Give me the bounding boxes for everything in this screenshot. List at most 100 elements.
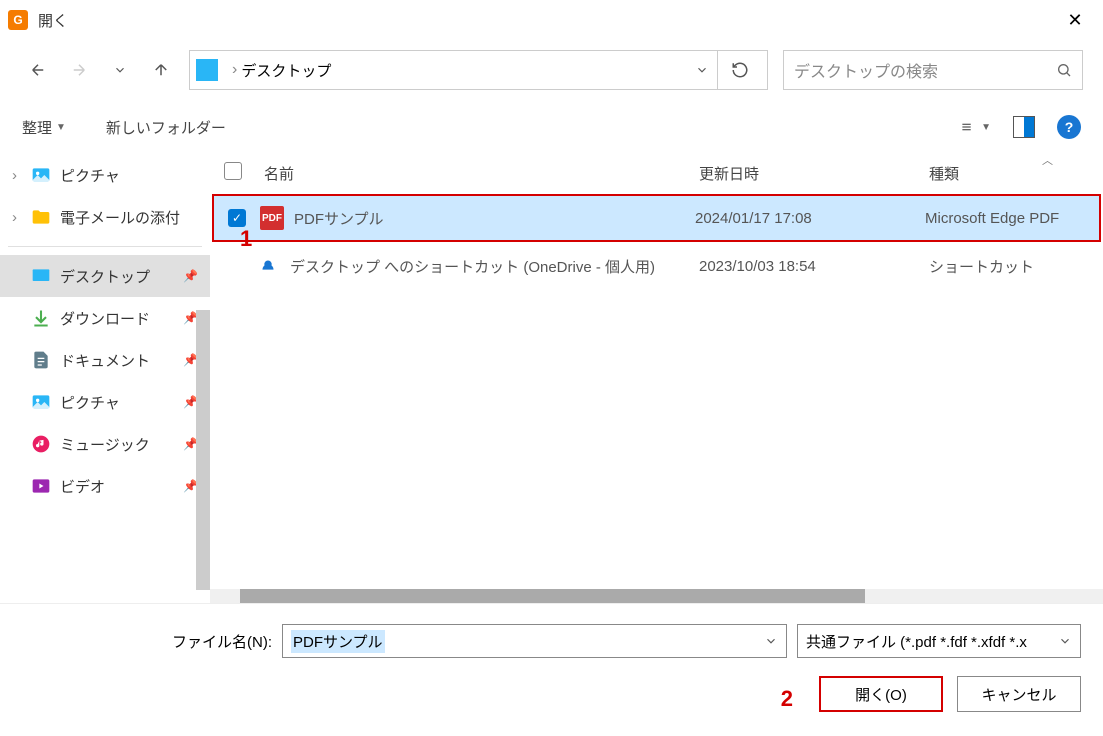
tree-item-documents[interactable]: ドキュメント 📌	[0, 339, 210, 381]
chevron-down-icon[interactable]	[1058, 634, 1072, 648]
filename-input[interactable]: PDFサンプル	[282, 624, 787, 658]
sort-indicator-icon: ︿	[1042, 152, 1053, 168]
cancel-button-label: キャンセル	[981, 684, 1056, 705]
scrollbar-thumb[interactable]	[240, 589, 865, 603]
chevron-down-icon	[113, 63, 127, 77]
button-row: 開く(O) キャンセル	[22, 676, 1081, 712]
breadcrumb-dropdown[interactable]	[687, 63, 717, 77]
chevron-down-icon[interactable]	[764, 634, 778, 648]
tree-item-pictures[interactable]: ピクチャ 📌	[0, 381, 210, 423]
pictures-icon	[30, 391, 52, 413]
bottom-area: ファイル名(N): PDFサンプル 共通ファイル (*.pdf *.fdf *.…	[0, 604, 1103, 722]
view-menu[interactable]: ▼	[961, 112, 991, 142]
tree-label: ビデオ	[60, 476, 105, 497]
checkbox-checked-icon: ✓	[228, 209, 246, 227]
video-icon	[30, 475, 52, 497]
app-icon: G	[8, 10, 28, 30]
desktop-icon	[30, 265, 52, 287]
column-date-header[interactable]: 更新日時	[699, 163, 929, 184]
filetype-select[interactable]: 共通ファイル (*.pdf *.fdf *.xfdf *.x	[797, 624, 1081, 658]
dropdown-icon: ▼	[981, 122, 991, 133]
navbar: › デスクトップ デスクトップの検索	[0, 40, 1103, 100]
filetype-value: 共通ファイル (*.pdf *.fdf *.xfdf *.x	[806, 631, 1027, 652]
tree-label: デスクトップ	[60, 266, 150, 287]
chevron-right-icon: ›	[12, 209, 30, 226]
filename-row: ファイル名(N): PDFサンプル 共通ファイル (*.pdf *.fdf *.…	[22, 624, 1081, 658]
breadcrumb-location[interactable]: デスクトップ	[241, 60, 331, 81]
arrow-right-icon	[70, 61, 88, 79]
pdf-file-icon: PDF	[260, 206, 284, 230]
up-button[interactable]	[143, 52, 179, 88]
file-row-selected[interactable]: ✓ PDF PDFサンプル 2024/01/17 17:08 Microsoft…	[212, 194, 1101, 242]
tree-item-music[interactable]: ミュージック 📌	[0, 423, 210, 465]
search-placeholder: デスクトップの検索	[794, 58, 938, 82]
annotation-1: 1	[240, 226, 252, 252]
tree-label: ピクチャ	[60, 165, 120, 186]
cancel-button[interactable]: キャンセル	[957, 676, 1081, 712]
pin-icon: 📌	[183, 269, 198, 283]
help-button[interactable]: ?	[1057, 115, 1081, 139]
search-icon	[1056, 62, 1072, 78]
chevron-right-icon: ›	[12, 167, 30, 184]
close-button[interactable]: ✕	[1055, 0, 1095, 40]
file-row[interactable]: デスクトップ へのショートカット (OneDrive - 個人用) 2023/1…	[210, 244, 1103, 288]
tree-item-video[interactable]: ビデオ 📌	[0, 465, 210, 507]
column-type-header[interactable]: 種類	[929, 163, 1089, 184]
chevron-down-icon	[695, 63, 709, 77]
open-button-label: 開く(O)	[855, 684, 907, 705]
file-header: 名前 更新日時 種類 ︿	[210, 154, 1103, 192]
preview-icon	[1013, 116, 1035, 138]
arrow-up-icon	[152, 61, 170, 79]
desktop-icon	[196, 59, 218, 81]
document-icon	[30, 349, 52, 371]
back-button[interactable]	[20, 52, 56, 88]
refresh-button[interactable]	[717, 50, 761, 90]
close-icon: ✕	[1067, 10, 1082, 31]
file-type: ショートカット	[929, 256, 1089, 277]
scrollbar-vertical[interactable]	[196, 310, 210, 590]
new-folder-button[interactable]: 新しいフォルダー	[106, 117, 226, 138]
dropdown-icon: ▼	[56, 122, 66, 133]
file-name: PDFサンプル	[294, 208, 695, 229]
folder-icon	[30, 206, 52, 228]
tree-label: ドキュメント	[60, 350, 150, 371]
file-date: 2023/10/03 18:54	[699, 258, 929, 275]
file-date: 2024/01/17 17:08	[695, 210, 925, 227]
file-name: デスクトップ へのショートカット (OneDrive - 個人用)	[290, 256, 699, 277]
scrollbar-horizontal[interactable]	[210, 589, 1103, 603]
breadcrumb-bar[interactable]: › デスクトップ	[189, 50, 768, 90]
shortcut-icon	[256, 254, 280, 278]
column-check[interactable]	[224, 162, 264, 184]
checkbox-header[interactable]	[224, 162, 242, 180]
main-area: › ピクチャ › 電子メールの添付 デスクトップ 📌 ダウンロード	[0, 154, 1103, 604]
tree-label: ミュージック	[60, 434, 150, 455]
file-checkbox-wrap[interactable]: ✓	[228, 209, 260, 227]
toolbar: 整理 ▼ 新しいフォルダー ▼ ?	[0, 100, 1103, 154]
tree-label: 電子メールの添付	[60, 207, 180, 228]
refresh-icon	[731, 61, 749, 79]
titlebar: G 開く ✕	[0, 0, 1103, 40]
filename-label: ファイル名(N):	[172, 631, 272, 652]
open-button[interactable]: 開く(O)	[819, 676, 943, 712]
column-name-header[interactable]: 名前	[264, 163, 699, 184]
new-folder-label: 新しいフォルダー	[106, 117, 226, 138]
tree-item-desktop[interactable]: デスクトップ 📌	[0, 255, 210, 297]
search-input[interactable]: デスクトップの検索	[783, 50, 1083, 90]
breadcrumb-separator: ›	[232, 61, 237, 79]
tree-item-pictures-top[interactable]: › ピクチャ	[0, 154, 210, 196]
organize-menu[interactable]: 整理 ▼	[22, 117, 66, 138]
tree-label: ピクチャ	[60, 392, 120, 413]
pictures-icon	[30, 164, 52, 186]
file-type: Microsoft Edge PDF	[925, 210, 1085, 227]
divider	[8, 246, 202, 247]
preview-pane-button[interactable]	[1009, 112, 1039, 142]
tree-item-downloads[interactable]: ダウンロード 📌	[0, 297, 210, 339]
recent-button[interactable]	[102, 52, 138, 88]
file-list: 名前 更新日時 種類 ︿ ✓ PDF PDFサンプル 2024/01/17 17…	[210, 154, 1103, 603]
forward-button[interactable]	[61, 52, 97, 88]
list-view-icon	[961, 117, 972, 137]
download-icon	[30, 307, 52, 329]
tree-item-email[interactable]: › 電子メールの添付	[0, 196, 210, 238]
tree-label: ダウンロード	[60, 308, 150, 329]
music-icon	[30, 433, 52, 455]
